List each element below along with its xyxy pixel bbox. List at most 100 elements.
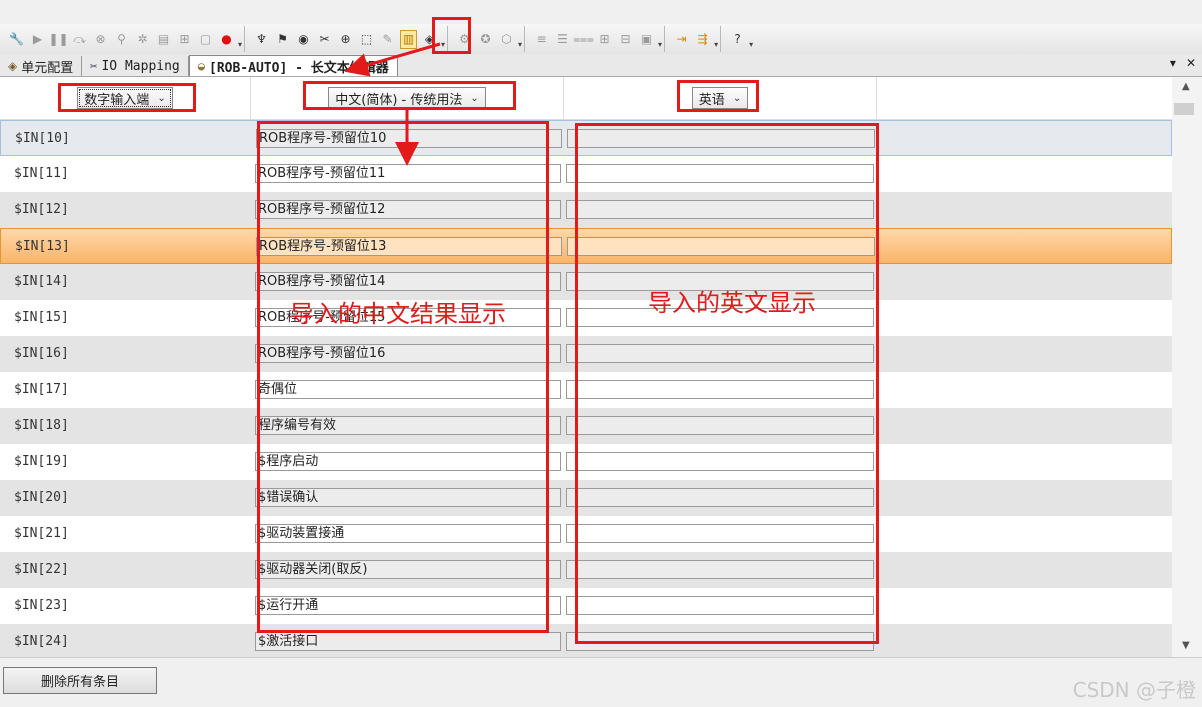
chevron-down-icon[interactable]: ▾ (518, 40, 522, 49)
english-text-field[interactable] (566, 488, 874, 507)
table-row[interactable]: $IN[16] ROB程序号-预留位16 (0, 336, 1172, 372)
compile-icon[interactable]: ⬚ (358, 31, 375, 48)
import-icon[interactable]: ⇥ (673, 31, 690, 48)
chevron-down-icon[interactable]: ▾ (658, 40, 662, 49)
scroll-thumb[interactable] (1174, 103, 1194, 115)
signal-label: $IN[16] (14, 346, 69, 361)
edit-icon[interactable]: ✎ (379, 31, 396, 48)
wrench-icon[interactable]: 🔧 (8, 31, 25, 48)
page-icon[interactable]: ▢ (197, 31, 214, 48)
chinese-text-field[interactable]: 程序编号有效 (255, 416, 561, 435)
table-row[interactable]: $IN[20] $错误确认 (0, 480, 1172, 516)
chinese-text-field[interactable]: 奇偶位 (255, 380, 561, 399)
tools-icon[interactable]: ✂ (316, 31, 333, 48)
english-text-field[interactable] (567, 129, 875, 148)
english-text-field[interactable] (566, 596, 874, 615)
tree-icon[interactable]: ⊞ (176, 31, 193, 48)
table-row[interactable]: $IN[17] 奇偶位 (0, 372, 1172, 408)
chinese-text-field[interactable]: ROB程序号-预留位16 (255, 344, 561, 363)
antenna-icon[interactable]: ♆ (253, 31, 270, 48)
chevron-down-icon[interactable]: ▾ (749, 40, 753, 49)
chinese-text-field[interactable]: $错误确认 (255, 488, 561, 507)
lock-icon[interactable]: ⊕ (337, 31, 354, 48)
target-language-dropdown[interactable]: 英语 ⌄ (691, 87, 749, 109)
table-row[interactable]: $IN[11] ROB程序号-预留位11 (0, 156, 1172, 192)
chevron-down-icon[interactable]: ▾ (441, 40, 445, 49)
english-text-field[interactable] (566, 632, 874, 651)
english-text-field[interactable] (566, 416, 874, 435)
english-text-field[interactable] (566, 344, 874, 363)
table-row[interactable]: $IN[21] $驱动装置接通 (0, 516, 1172, 552)
english-text-field[interactable] (566, 452, 874, 471)
chinese-text-field[interactable]: ROB程序号-预留位11 (255, 164, 561, 183)
delete-all-button[interactable]: 删除所有条目 (3, 667, 157, 694)
chevron-down-icon[interactable]: ▾ (238, 40, 242, 49)
close-icon[interactable]: ✕ (1186, 56, 1196, 70)
table-row[interactable]: $IN[13] ROB程序号-预留位13 (0, 228, 1172, 264)
plus-icon[interactable]: ⊞ (596, 31, 613, 48)
table-row[interactable]: $IN[19] $程序启动 (0, 444, 1172, 480)
table-row[interactable]: $IN[15] ROB程序号-预留位15 (0, 300, 1172, 336)
cube-icon[interactable]: ◈ (421, 31, 438, 48)
table-row[interactable]: $IN[22] $驱动器关闭(取反) (0, 552, 1172, 588)
signal-label: $IN[21] (14, 526, 69, 541)
english-text-field[interactable] (566, 200, 874, 219)
align-left-icon[interactable]: ≡ (533, 31, 550, 48)
target-icon[interactable]: ◉ (295, 31, 312, 48)
table-row[interactable]: $IN[12] ROB程序号-预留位12 (0, 192, 1172, 228)
document-icon[interactable]: ▤ (155, 31, 172, 48)
chinese-text-field[interactable]: ROB程序号-预留位14 (255, 272, 561, 291)
chinese-text-field[interactable]: $运行开通 (255, 596, 561, 615)
english-text-field[interactable] (567, 237, 875, 256)
search-icon[interactable]: ⚲ (113, 31, 130, 48)
chinese-text-field[interactable]: $驱动装置接通 (255, 524, 561, 543)
record-icon[interactable]: ● (218, 31, 235, 48)
table-row[interactable]: $IN[14] ROB程序号-预留位14 (0, 264, 1172, 300)
paste-icon[interactable]: ▣ (638, 31, 655, 48)
english-text-field[interactable] (566, 164, 874, 183)
table-row[interactable]: $IN[18] 程序编号有效 (0, 408, 1172, 444)
chinese-text-field[interactable]: $激活接口 (255, 632, 561, 651)
pause-icon[interactable]: ❚❚ (48, 31, 68, 48)
table-row[interactable]: $IN[24] $激活接口 (0, 624, 1172, 657)
export-icon[interactable]: ⇶ (694, 31, 711, 48)
header-signal-type: 数字输入端 ⌄ (0, 77, 251, 119)
chevron-down-icon[interactable]: ▾ (1170, 56, 1176, 70)
minus-icon[interactable]: ⊟ (617, 31, 634, 48)
english-text-field[interactable] (566, 380, 874, 399)
chinese-text-field[interactable]: $驱动器关闭(取反) (255, 560, 561, 579)
source-language-dropdown[interactable]: 中文(简体) - 传统用法 ⌄ (328, 87, 486, 109)
table-row[interactable]: $IN[23] $运行开通 (0, 588, 1172, 624)
grid-rows: $IN[10] ROB程序号-预留位10 $IN[11] ROB程序号-预留位11 $I… (0, 120, 1172, 657)
gear-plus-icon[interactable]: ✪ (477, 31, 494, 48)
flag-icon[interactable]: ⚑ (274, 31, 291, 48)
english-text-field[interactable] (566, 524, 874, 543)
chinese-text-field[interactable]: ROB程序号-预留位13 (256, 237, 562, 256)
scroll-up-icon[interactable]: ▲ (1182, 81, 1190, 92)
chinese-text-field[interactable]: ROB程序号-预留位10 (256, 129, 562, 148)
chinese-text-field[interactable]: ROB程序号-预留位12 (255, 200, 561, 219)
gear-icon[interactable]: ✲ (134, 31, 151, 48)
tab-cell-config[interactable]: ◈ 单元配置 (0, 56, 83, 76)
align-right-icon[interactable]: ⩶ (573, 31, 594, 48)
vertical-scrollbar[interactable]: ▲ ▼ (1172, 77, 1202, 657)
tab-long-text-editor[interactable]: ◒ [ROB-AUTO] - 长文本编辑器 (188, 55, 398, 76)
box-icon[interactable]: ⬡ (498, 31, 515, 48)
help-icon[interactable]: ? (729, 31, 746, 48)
scroll-down-icon[interactable]: ▼ (1182, 640, 1190, 651)
step-icon[interactable]: ⤼ (71, 31, 88, 48)
signal-label: $IN[12] (14, 202, 69, 217)
signal-type-dropdown[interactable]: 数字输入端 ⌄ (77, 87, 173, 109)
table-row[interactable]: $IN[10] ROB程序号-预留位10 (0, 120, 1172, 156)
chevron-down-icon[interactable]: ▾ (714, 40, 718, 49)
bottom-bar: 删除所有条目 CSDN @子橙 (0, 657, 1202, 707)
tools-icon: ✂ (90, 59, 98, 73)
align-center-icon[interactable]: ☰ (554, 31, 571, 48)
stop-icon[interactable]: ⊗ (92, 31, 109, 48)
gear-large-icon[interactable]: ⚙ (456, 31, 473, 48)
tab-io-mapping[interactable]: ✂ IO Mapping (82, 56, 189, 76)
english-text-field[interactable] (566, 560, 874, 579)
chinese-text-field[interactable]: $程序启动 (255, 452, 561, 471)
long-text-editor-icon[interactable]: ▥ (400, 29, 418, 49)
play-icon[interactable]: ▶ (29, 31, 46, 48)
